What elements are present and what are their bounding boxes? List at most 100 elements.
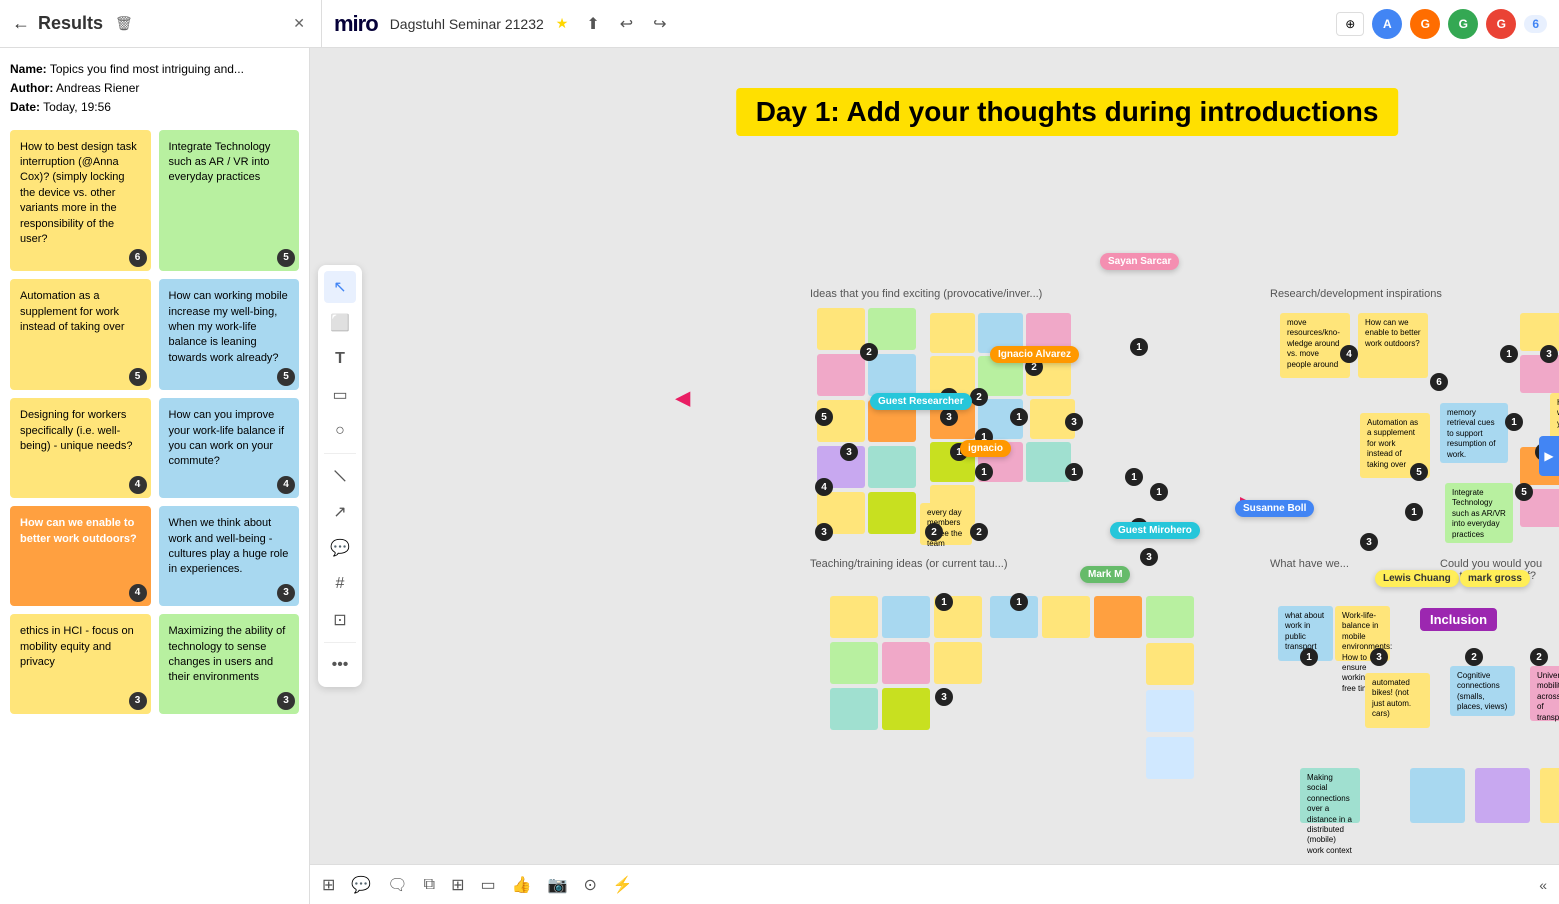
badge-3-10: 3: [935, 688, 953, 706]
badge-3-2: 3: [815, 523, 833, 541]
badge-6: 6: [1430, 373, 1448, 391]
canvas-sticky-3: [817, 354, 865, 396]
canvas-content: Day 1: Add your thoughts during introduc…: [310, 48, 1559, 864]
sidebar-card-10[interactable]: Maximizing the ability of technology to …: [159, 614, 300, 714]
canvas-sticky-t1: [830, 596, 878, 638]
badge-3-5: 3: [1140, 548, 1158, 566]
badge-2-1: 2: [860, 343, 878, 361]
badge-1-21: 1: [1300, 648, 1318, 666]
chip-guest-mirohero: Guest Mirohero: [1110, 522, 1200, 539]
right-panel-arrow[interactable]: ▶: [1539, 436, 1559, 476]
sidebar-card-6-text: How can you improve your work-life balan…: [169, 409, 285, 467]
sidebar-card-2[interactable]: Integrate Technology such as AR / VR int…: [159, 130, 300, 272]
canvas-sticky-t6: [934, 642, 982, 684]
crop-tool[interactable]: ⊡: [324, 604, 356, 636]
bottom-grid2[interactable]: ⊞: [451, 875, 464, 895]
redo-button[interactable]: ↪: [647, 10, 672, 38]
undo-button[interactable]: ↩: [614, 10, 639, 38]
bottom-grid[interactable]: ⊞: [322, 875, 335, 895]
badge-1-13: 1: [1505, 413, 1523, 431]
sidebar-card-8[interactable]: When we think about work and well-being …: [159, 506, 300, 606]
sidebar-card-6[interactable]: How can you improve your work-life balan…: [159, 398, 300, 498]
top-bar-actions: ⬆ ↩ ↪: [580, 10, 672, 38]
sidebar-card-1[interactable]: How to best design task interruption (@A…: [10, 130, 151, 272]
bottom-share[interactable]: ⧉: [424, 876, 435, 894]
bottom-like[interactable]: 👍: [512, 875, 532, 895]
sidebar-card-9[interactable]: ethics in HCI - focus on mobility equity…: [10, 614, 151, 714]
badge-1-20: 1: [1010, 593, 1028, 611]
badge-1-1: 1: [1010, 408, 1028, 426]
close-button[interactable]: ✕: [289, 13, 309, 34]
date-label: Date:: [10, 100, 40, 114]
sidebar-card-4-text: How can working mobile increase my well-…: [169, 290, 288, 364]
section-label-teaching: Teaching/training ideas (or current tau.…: [810, 558, 1008, 570]
bottom-chat[interactable]: 💬: [351, 875, 371, 895]
badge-1-19: 1: [935, 593, 953, 611]
sidebar-card-7-badge: 4: [129, 584, 147, 602]
zoom-button[interactable]: ⊕: [1336, 12, 1364, 36]
canvas-sticky-t12: [1146, 596, 1194, 638]
badge-1-18: 1: [1405, 503, 1423, 521]
sticky-tool[interactable]: ▭: [324, 379, 356, 411]
delete-button[interactable]: 🗑: [111, 13, 137, 34]
canvas-sticky-bottom3: [1475, 768, 1530, 823]
canvas-sticky-t11: [1094, 596, 1142, 638]
badge-2-5: 2: [970, 523, 988, 541]
canvas-sticky-10: [868, 492, 916, 534]
canvas-sticky-t2: [882, 596, 930, 638]
bottom-timer[interactable]: ⊙: [583, 875, 596, 895]
canvas-sticky-bikes: automated bikes! (not just autom. cars): [1365, 673, 1430, 728]
sidebar-card-6-badge: 4: [277, 476, 295, 494]
badge-1-5: 1: [1130, 338, 1148, 356]
results-title: Results: [38, 13, 103, 34]
more-tools[interactable]: •••: [324, 649, 356, 681]
left-toolbar: ↖ ⬜ T ▭ ○ | ↗ 💬 # ⊡ •••: [318, 265, 362, 687]
badge-1-8: 1: [1150, 483, 1168, 501]
sidebar-card-2-text: Integrate Technology such as AR / VR int…: [169, 141, 271, 184]
canvas-area[interactable]: ↖ ⬜ T ▭ ○ | ↗ 💬 # ⊡ ••• Day 1: Add your …: [310, 48, 1559, 904]
star-icon[interactable]: ★: [556, 15, 569, 32]
sidebar-card-4-badge: 5: [277, 368, 295, 386]
bottom-camera[interactable]: 📷: [548, 875, 568, 895]
canvas-sticky-t15: [1146, 737, 1194, 779]
canvas-sticky-8: [868, 446, 916, 488]
avatar-2: G: [1410, 9, 1440, 39]
chip-guest-researcher: Guest Researcher: [870, 393, 972, 410]
grid-tool[interactable]: #: [324, 568, 356, 600]
bottom-comment[interactable]: 🗨: [387, 875, 407, 895]
results-panel-header: ← Results 🗑 ✕: [12, 0, 322, 47]
author-value: Andreas Riener: [56, 81, 139, 95]
left-panel: Name: Topics you find most intriguing an…: [0, 48, 310, 904]
avatar-4: G: [1486, 9, 1516, 39]
bottom-frame[interactable]: ▭: [480, 875, 495, 895]
panel-meta: Name: Topics you find most intriguing an…: [10, 60, 299, 118]
sidebar-card-1-text: How to best design task interruption (@A…: [20, 141, 137, 245]
arrow-tool[interactable]: ↗: [324, 496, 356, 528]
comment-tool[interactable]: 💬: [324, 532, 356, 564]
cursor-tool[interactable]: ↖: [324, 271, 356, 303]
frame-tool[interactable]: ⬜: [324, 307, 356, 339]
sidebar-card-7[interactable]: How can we enable to better work outdoor…: [10, 506, 151, 606]
name-value: Topics you find most intriguing and...: [50, 62, 244, 76]
line-tool[interactable]: |: [317, 453, 362, 498]
author-label: Author:: [10, 81, 53, 95]
sidebar-card-3-text: Automation as a supplement for work inst…: [20, 290, 125, 333]
canvas-sticky-bottom4: [1540, 768, 1559, 823]
bottom-expand[interactable]: «: [1539, 877, 1547, 893]
sidebar-card-4[interactable]: How can working mobile increase my well-…: [159, 279, 300, 390]
bottom-power[interactable]: ⚡: [613, 875, 633, 895]
text-tool[interactable]: T: [324, 343, 356, 375]
miro-logo: miro: [334, 11, 378, 37]
circle-tool[interactable]: ○: [324, 415, 356, 447]
back-button[interactable]: ←: [12, 13, 30, 34]
sidebar-card-3[interactable]: Automation as a supplement for work inst…: [10, 279, 151, 390]
sidebar-card-5[interactable]: Designing for workers specifically (i.e.…: [10, 398, 151, 498]
badge-4: 4: [815, 478, 833, 496]
upload-button[interactable]: ⬆: [580, 10, 605, 38]
chip-ignacio: ignacio: [960, 440, 1011, 457]
chip-sayan: Sayan Sarcar: [1100, 253, 1179, 270]
badge-3-11: 3: [1370, 648, 1388, 666]
badge-2-3: 2: [970, 388, 988, 406]
canvas-sticky-4: [868, 354, 916, 396]
canvas-sticky-t13: [1146, 643, 1194, 685]
